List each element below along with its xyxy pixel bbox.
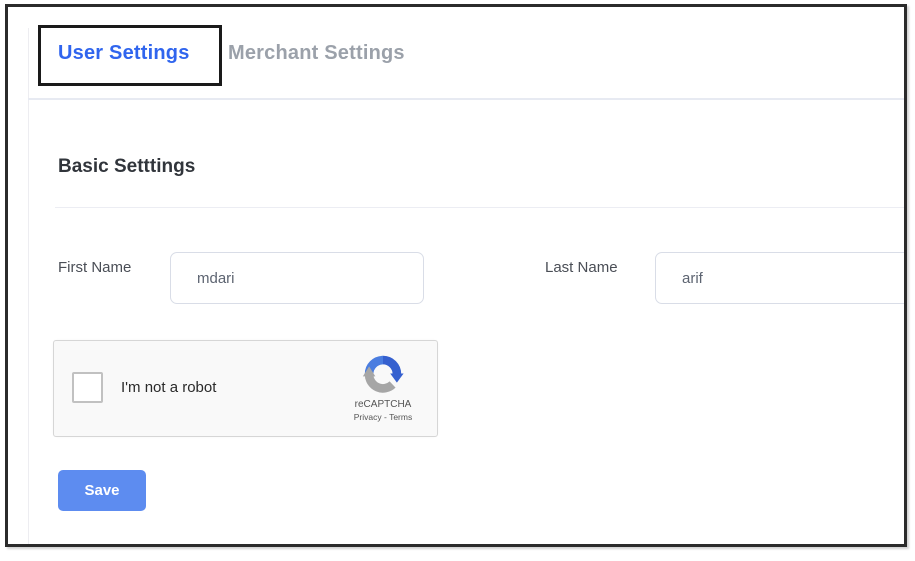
- recaptcha-checkbox[interactable]: [72, 372, 103, 403]
- last-name-label: Last Name: [545, 259, 618, 276]
- recaptcha-logo-stack: reCAPTCHA Privacy - Terms: [345, 351, 421, 423]
- screenshot-stage: User Settings Merchant Settings Basic Se…: [0, 0, 915, 561]
- recaptcha-checkbox-label: I'm not a robot: [121, 379, 216, 396]
- recaptcha-terms-link[interactable]: Terms: [389, 412, 412, 422]
- page-frame: User Settings Merchant Settings Basic Se…: [5, 4, 907, 547]
- last-name-input[interactable]: [655, 252, 907, 304]
- recaptcha-brand-text: reCAPTCHA: [345, 399, 421, 411]
- recaptcha-widget: I'm not a robot reCAPTCHA Privacy - Term…: [53, 340, 438, 437]
- save-button[interactable]: Save: [58, 470, 146, 511]
- section-divider: [55, 207, 904, 208]
- first-name-label: First Name: [58, 259, 131, 276]
- content-left-border: [28, 28, 29, 544]
- recaptcha-logo-icon: [360, 351, 406, 397]
- tabs-bottom-divider: [28, 98, 904, 100]
- recaptcha-privacy-link[interactable]: Privacy: [354, 412, 382, 422]
- tab-merchant-settings[interactable]: Merchant Settings: [228, 42, 405, 65]
- first-name-input[interactable]: [170, 252, 424, 304]
- section-title: Basic Setttings: [58, 156, 195, 178]
- tab-user-settings[interactable]: User Settings: [58, 42, 190, 65]
- recaptcha-links-separator: -: [384, 412, 387, 422]
- recaptcha-links: Privacy - Terms: [345, 411, 421, 423]
